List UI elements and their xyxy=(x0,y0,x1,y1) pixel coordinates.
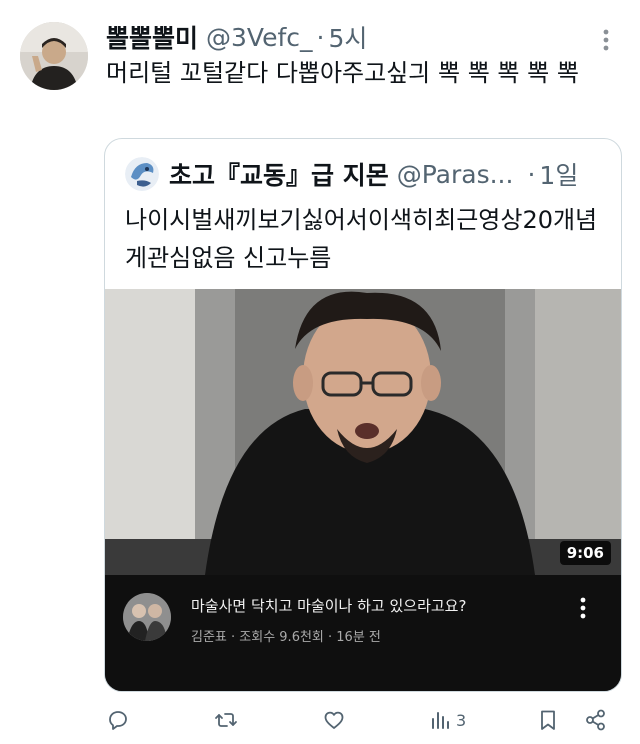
tweet-action-bar: 3 xyxy=(0,700,640,740)
author-handle[interactable]: @3Vefc_ xyxy=(206,23,313,52)
video-info-bar: 마술사면 닥치고 마술이나 하고 있으라고요? 김준표 · 조회수 9.6천회 … xyxy=(105,575,621,691)
tweet-text: 머리털 꼬털같다 다뽑아주고싶긔 뽁 뽁 뽁 뽁 뽁 xyxy=(106,59,579,87)
reply-button[interactable] xyxy=(106,706,130,734)
more-vertical-icon[interactable] xyxy=(575,593,591,623)
share-button[interactable] xyxy=(584,706,608,734)
retweet-button[interactable] xyxy=(214,706,238,734)
bookmark-button[interactable] xyxy=(536,706,560,734)
channel-avatar[interactable] xyxy=(123,593,171,641)
video-duration: 9:06 xyxy=(559,541,611,565)
reply-icon xyxy=(109,711,127,730)
views-button[interactable]: 3 xyxy=(428,706,466,734)
separator-dot: · xyxy=(316,22,325,52)
video-card[interactable]: 9:06 마술사면 닥치고 마술이나 하고 있으라고요? 김준표 · 조회수 9… xyxy=(105,289,621,691)
like-button[interactable] xyxy=(322,706,346,734)
views-count: 3 xyxy=(456,710,467,730)
quoted-author-avatar[interactable] xyxy=(125,157,159,191)
tweet-timestamp[interactable]: 5시 xyxy=(328,19,367,55)
quoted-author-handle[interactable]: @Paras... xyxy=(397,160,514,189)
tweet-header: 뽈뽈뽈미 @3Vefc_ · 5시 xyxy=(106,20,367,54)
quoted-header: 초고『교동』급 지몬 @Paras... · 1일 xyxy=(125,155,578,193)
share-icon xyxy=(586,709,605,731)
quoted-tweet[interactable]: 초고『교동』급 지몬 @Paras... · 1일 나이시벌새끼보기싫어서이색히… xyxy=(104,138,622,692)
quoted-timestamp[interactable]: 1일 xyxy=(539,156,578,192)
bookmark-icon xyxy=(541,710,555,730)
video-meta: 김준표 · 조회수 9.6천회 · 16분 전 xyxy=(191,630,381,645)
video-thumbnail[interactable] xyxy=(105,289,621,575)
views-icon xyxy=(432,712,449,729)
author-name[interactable]: 뽈뽈뽈미 xyxy=(106,19,198,55)
author-avatar[interactable] xyxy=(20,22,88,90)
retweet-icon xyxy=(215,713,237,727)
separator-dot: · xyxy=(527,159,536,189)
quoted-author-name[interactable]: 초고『교동』급 지몬 xyxy=(169,156,389,192)
more-vertical-icon[interactable] xyxy=(596,26,616,54)
quoted-text: 나이시벌새끼보기싫어서이색히최근영상20개념게관심없음 신고누름 xyxy=(125,206,598,272)
heart-icon xyxy=(324,711,344,729)
video-title[interactable]: 마술사면 닥치고 마술이나 하고 있으라고요? xyxy=(191,595,571,616)
